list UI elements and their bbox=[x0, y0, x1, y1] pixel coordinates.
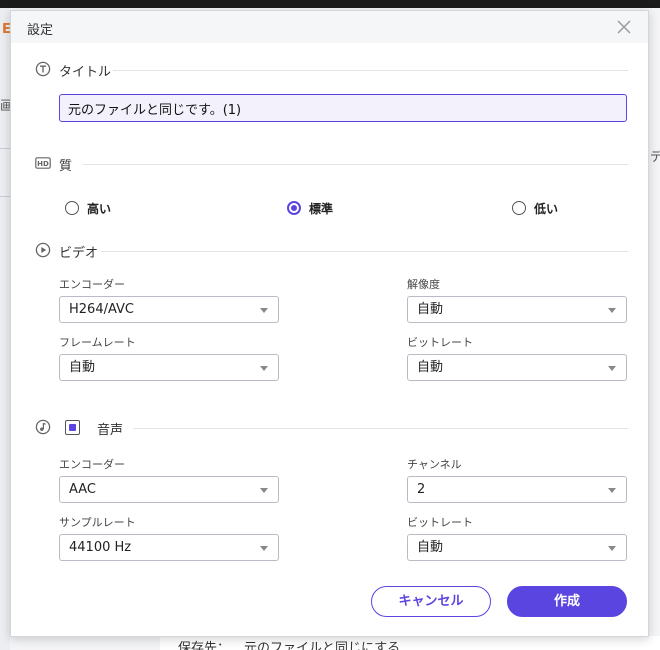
video-encoder-select[interactable]: H264/AVC bbox=[59, 296, 279, 323]
resolution-label: 解像度 bbox=[407, 278, 440, 291]
select-value: AAC bbox=[69, 482, 96, 497]
select-value: 自動 bbox=[69, 360, 96, 375]
chevron-down-icon bbox=[260, 366, 268, 371]
play-circle-icon bbox=[35, 242, 51, 258]
channel-label: チャンネル bbox=[407, 458, 462, 471]
section-video-label: ビデオ bbox=[59, 246, 99, 261]
chevron-down-icon bbox=[608, 488, 616, 493]
section-quality-label: 質 bbox=[59, 159, 73, 174]
select-value: 自動 bbox=[417, 302, 444, 317]
save-location-label: 保存先： bbox=[178, 641, 231, 650]
chevron-down-icon bbox=[608, 546, 616, 551]
audio-encoder-label: エンコーダー bbox=[59, 458, 125, 471]
settings-dialog: 設定 タイトル HD 質 高い 標準 低い bbox=[10, 10, 649, 637]
select-value: 2 bbox=[417, 482, 426, 497]
quality-option-low[interactable]: 低い bbox=[512, 199, 558, 217]
video-bitrate-label: ビットレート bbox=[407, 336, 473, 349]
quality-option-high[interactable]: 高い bbox=[65, 199, 111, 217]
samplerate-select[interactable]: 44100 Hz bbox=[59, 534, 279, 561]
cancel-button[interactable]: キャンセル bbox=[371, 586, 491, 617]
audio-bitrate-label: ビットレート bbox=[407, 516, 473, 529]
samplerate-label: サンプルレート bbox=[59, 516, 136, 529]
audio-encoder-select[interactable]: AAC bbox=[59, 476, 279, 503]
select-value: 自動 bbox=[417, 540, 444, 555]
music-note-icon bbox=[35, 419, 51, 435]
quality-option-label: 低い bbox=[534, 201, 559, 216]
framerate-label: フレームレート bbox=[59, 336, 136, 349]
video-encoder-label: エンコーダー bbox=[59, 278, 125, 291]
chevron-down-icon bbox=[608, 308, 616, 313]
chevron-down-icon bbox=[260, 308, 268, 313]
audio-enable-checkbox[interactable] bbox=[65, 420, 80, 435]
title-t-icon bbox=[35, 61, 51, 77]
chevron-down-icon bbox=[260, 546, 268, 551]
section-quality: HD 質 bbox=[35, 154, 628, 174]
background-divider bbox=[0, 148, 10, 149]
chevron-down-icon bbox=[608, 366, 616, 371]
video-bitrate-select[interactable]: 自動 bbox=[407, 354, 627, 381]
dialog-title: 設定 bbox=[27, 23, 54, 38]
radio-circle bbox=[512, 201, 526, 215]
radio-circle bbox=[65, 201, 79, 215]
chevron-down-icon bbox=[260, 488, 268, 493]
section-video: ビデオ bbox=[35, 241, 628, 261]
section-title: タイトル bbox=[35, 60, 628, 80]
hd-icon: HD bbox=[35, 157, 51, 169]
title-input[interactable] bbox=[59, 94, 627, 122]
section-divider bbox=[133, 428, 628, 429]
save-location-value: 元のファイルと同じにする bbox=[244, 641, 401, 650]
svg-text:HD: HD bbox=[37, 160, 49, 168]
dialog-header: 設定 bbox=[11, 11, 648, 43]
background-fragment-right: デ bbox=[650, 150, 660, 165]
quality-option-label: 標準 bbox=[309, 201, 334, 216]
select-value: 自動 bbox=[417, 360, 444, 375]
resolution-select[interactable]: 自動 bbox=[407, 296, 627, 323]
section-divider bbox=[113, 70, 628, 71]
section-audio-label: 音声 bbox=[97, 423, 124, 438]
framerate-select[interactable]: 自動 bbox=[59, 354, 279, 381]
section-audio: 音声 bbox=[35, 418, 628, 438]
background-divider bbox=[0, 196, 10, 197]
background-save-location: 保存先： 元のファイルと同じにする bbox=[160, 636, 660, 650]
select-value: H264/AVC bbox=[69, 302, 134, 317]
quality-option-label: 高い bbox=[87, 201, 112, 216]
create-button[interactable]: 作成 bbox=[507, 586, 627, 617]
radio-circle-checked bbox=[287, 201, 301, 215]
select-value: 44100 Hz bbox=[69, 540, 132, 555]
section-divider bbox=[101, 251, 628, 252]
section-title-label: タイトル bbox=[59, 65, 112, 80]
audio-bitrate-select[interactable]: 自動 bbox=[407, 534, 627, 561]
close-icon[interactable] bbox=[614, 17, 634, 37]
top-bar bbox=[0, 0, 660, 8]
section-divider bbox=[83, 164, 628, 165]
quality-option-standard[interactable]: 標準 bbox=[287, 199, 333, 217]
channel-select[interactable]: 2 bbox=[407, 476, 627, 503]
